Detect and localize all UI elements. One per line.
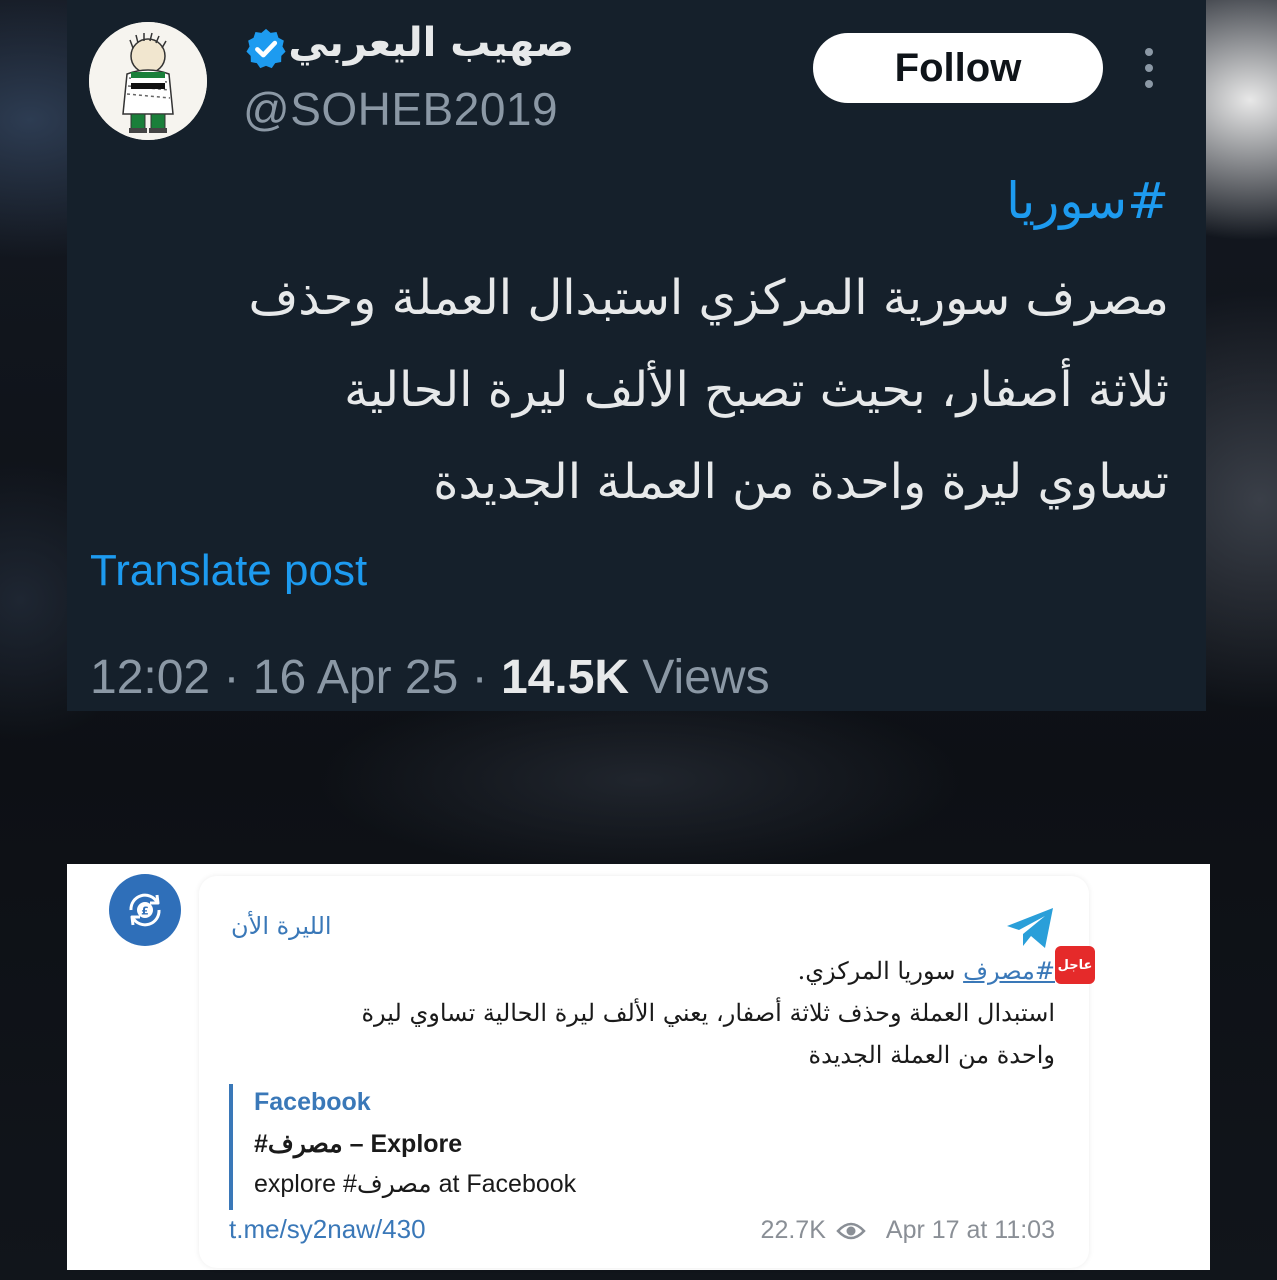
tweet-card: صهيب اليعربي @SOHEB2019 Follow #سوريا مص… — [67, 0, 1206, 711]
message-views: 22.7K — [760, 1216, 826, 1244]
tweet-time[interactable]: 12:02 — [90, 651, 210, 704]
tweet-hashtag[interactable]: #سوريا — [1006, 172, 1169, 230]
message-bubble: الليرة الأن عاجل #مصرف سوريا المركزي. اس… — [199, 876, 1095, 1268]
message-line: #مصرف سوريا المركزي. — [255, 950, 1055, 992]
eye-icon — [836, 1222, 866, 1239]
meta-separator: · — [471, 651, 488, 704]
post-link[interactable]: t.me/sy2naw/430 — [229, 1214, 426, 1245]
user-display-name[interactable]: صهيب اليعربي — [288, 20, 574, 66]
preview-site-name: Facebook — [254, 1088, 371, 1116]
message-line: واحدة من العملة الجديدة — [808, 1041, 1055, 1069]
message-line: استبدال العملة وحذف ثلاثة أصفار، يعني ال… — [361, 999, 1055, 1027]
tweet-text-line: تساوي ليرة واحدة من العملة الجديدة — [433, 454, 1169, 510]
message-line-text: سوريا المركزي. — [797, 957, 964, 985]
avatar[interactable] — [89, 22, 207, 140]
tweet-text-line: مصرف سورية المركزي استبدال العملة وحذف — [248, 270, 1169, 326]
message-hashtag[interactable]: #مصرف — [963, 957, 1055, 985]
more-vertical-icon[interactable] — [1137, 48, 1161, 88]
channel-name[interactable]: الليرة الأن — [231, 912, 332, 940]
views-count[interactable]: 14.5K — [501, 651, 629, 704]
preview-title: #مصرف – Explore — [254, 1130, 463, 1158]
user-handle[interactable]: @SOHEB2019 — [243, 82, 558, 136]
channel-avatar[interactable]: £ — [109, 874, 181, 946]
breaking-news-badge: عاجل — [1055, 946, 1095, 984]
message-footer: 22.7K Apr 17 at 11:03 — [761, 1216, 1055, 1245]
handala-avatar-icon — [89, 22, 207, 140]
tweet-date[interactable]: 16 Apr 25 — [253, 651, 459, 704]
tweet-meta: 12:02 · 16 Apr 25 · 14.5K Views — [90, 650, 770, 705]
verified-badge-icon — [246, 28, 286, 69]
telegram-post-panel: £ الليرة الأن عاجل #مصرف سوريا المركزي. … — [67, 864, 1210, 1270]
svg-text:£: £ — [141, 905, 149, 918]
currency-exchange-icon: £ — [129, 893, 161, 927]
preview-description: explore #مصرف at Facebook — [254, 1170, 577, 1198]
translate-post-link[interactable]: Translate post — [90, 546, 367, 596]
tweet-text: مصرف سورية المركزي استبدال العملة وحذف ث… — [169, 252, 1169, 528]
message-text: #مصرف سوريا المركزي. استبدال العملة وحذف… — [255, 950, 1055, 1076]
follow-button[interactable]: Follow — [813, 33, 1103, 103]
tweet-text-line: ثلاثة أصفار، بحيث تصبح الألف ليرة الحالي… — [344, 362, 1169, 418]
message-date: Apr 17 at 11:03 — [885, 1216, 1055, 1244]
views-label: Views — [642, 651, 770, 704]
meta-separator: · — [223, 651, 240, 704]
link-preview[interactable]: Facebook #مصرف – Explore explore #مصرف a… — [229, 1084, 789, 1210]
telegram-plane-icon — [1007, 908, 1053, 948]
